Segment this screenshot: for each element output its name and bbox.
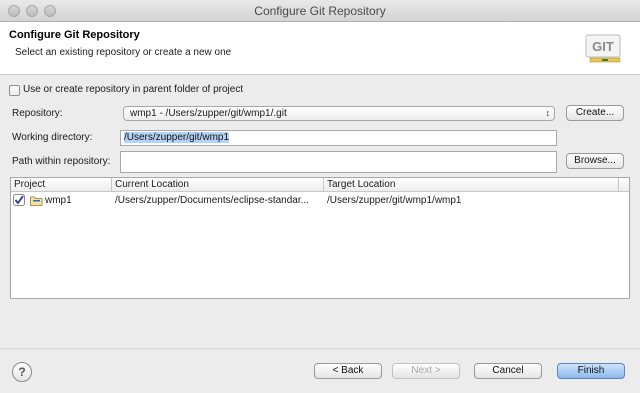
working-directory-field[interactable]: /Users/zupper/git/wmp1	[120, 130, 557, 146]
projects-table[interactable]: Project Current Location Target Location…	[10, 177, 630, 299]
table-row[interactable]: wmp1 /Users/zupper/Documents/eclipse-sta…	[11, 193, 629, 209]
chevron-updown-icon: ↕	[545, 108, 551, 118]
working-directory-label: Working directory:	[12, 132, 93, 143]
finish-button[interactable]: Finish	[557, 363, 625, 379]
parent-folder-checkbox[interactable]	[9, 85, 20, 96]
path-within-label: Path within repository:	[12, 156, 111, 167]
git-logo-text: GIT	[592, 39, 614, 54]
back-button[interactable]: < Back	[314, 363, 382, 379]
working-directory-value: /Users/zupper/git/wmp1	[124, 132, 230, 143]
parent-folder-label: Use or create repository in parent folde…	[23, 84, 244, 95]
target-location: /Users/zupper/git/wmp1/wmp1	[327, 195, 462, 206]
current-location: /Users/zupper/Documents/eclipse-standar.…	[115, 195, 309, 206]
repository-label: Repository:	[12, 108, 63, 119]
path-within-field[interactable]	[120, 151, 557, 173]
footer-divider	[0, 348, 640, 349]
project-folder-icon	[30, 196, 43, 206]
git-logo-icon: GIT	[585, 34, 621, 63]
page-title: Configure Git Repository	[9, 29, 140, 41]
project-name: wmp1	[45, 195, 72, 206]
help-icon[interactable]: ?	[12, 362, 32, 382]
repository-select[interactable]: wmp1 - /Users/zupper/git/wmp1/.git ↕	[123, 106, 555, 121]
column-header-filler	[619, 178, 629, 192]
browse-button[interactable]: Browse...	[566, 153, 624, 169]
column-header-target-location[interactable]: Target Location	[324, 178, 619, 192]
page-subtitle: Select an existing repository or create …	[15, 47, 232, 58]
cancel-button[interactable]: Cancel	[474, 363, 542, 379]
repository-select-value: wmp1 - /Users/zupper/git/wmp1/.git	[130, 108, 287, 119]
next-button[interactable]: Next >	[392, 363, 460, 379]
column-header-project[interactable]: Project	[11, 178, 112, 192]
window-title: Configure Git Repository	[254, 4, 386, 18]
project-row-checkbox[interactable]	[13, 194, 25, 206]
create-button[interactable]: Create...	[566, 105, 624, 121]
column-header-current-location[interactable]: Current Location	[112, 178, 324, 192]
